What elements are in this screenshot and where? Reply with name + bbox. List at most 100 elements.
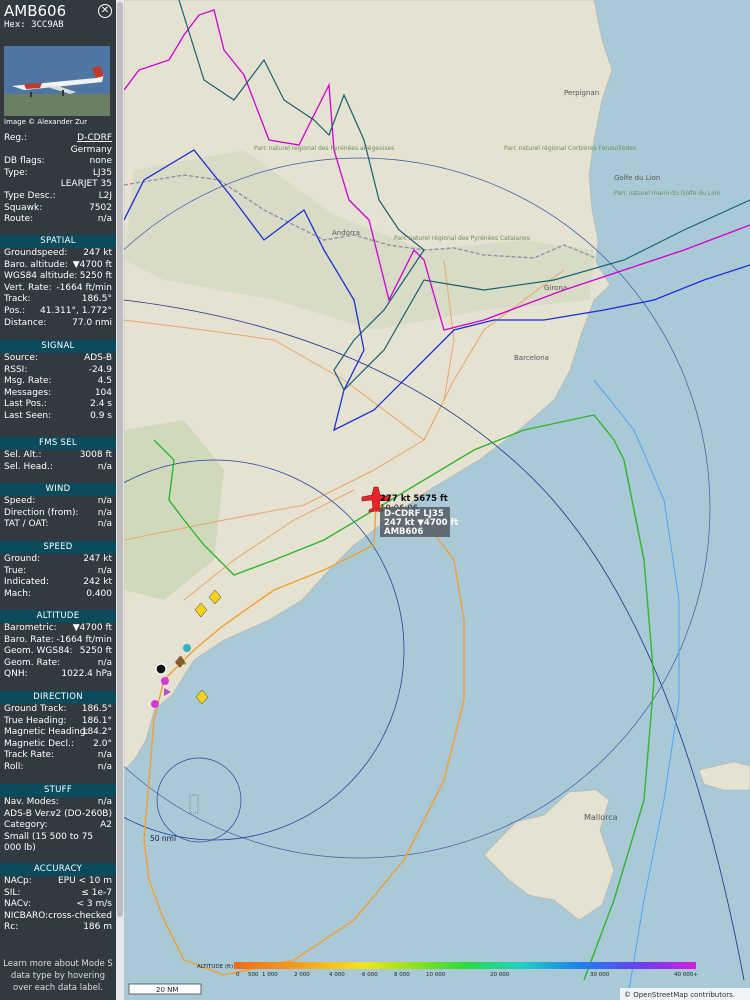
row-label[interactable]: Groundspeed: bbox=[4, 248, 67, 260]
info-row: Rc: 186 m bbox=[0, 922, 116, 934]
row-label[interactable]: Track: bbox=[4, 294, 31, 306]
row-label[interactable]: Category: bbox=[4, 820, 48, 832]
row-label[interactable]: Nav. Modes: bbox=[4, 797, 59, 809]
squawk-label: Squawk: bbox=[4, 202, 43, 213]
row-value: n/a bbox=[97, 761, 112, 772]
row-label[interactable]: True: bbox=[4, 566, 26, 578]
row-label[interactable]: Ground Track: bbox=[4, 704, 67, 716]
row-label[interactable]: Indicated: bbox=[4, 577, 49, 589]
row-label[interactable]: Msg. Rate: bbox=[4, 376, 52, 388]
label-park-corbieres: Parc naturel régional Corbières Fenouill… bbox=[504, 145, 636, 152]
row-label[interactable]: RSSI: bbox=[4, 365, 27, 377]
row-label[interactable]: Roll: bbox=[4, 762, 23, 774]
info-row: Nav. Modes: n/a bbox=[0, 797, 116, 809]
row-label[interactable]: Rc: bbox=[4, 922, 18, 934]
row-label[interactable]: Distance: bbox=[4, 318, 46, 330]
row-label[interactable]: Pos.: bbox=[4, 306, 25, 318]
info-row: Geom. Rate: n/a bbox=[0, 658, 116, 670]
row-label[interactable]: Geom. WGS84: bbox=[4, 646, 73, 658]
label-barcelona: Barcelona bbox=[514, 354, 549, 362]
aircraft-marker-magenta[interactable] bbox=[161, 677, 169, 685]
row-label[interactable]: Magnetic Heading: bbox=[4, 727, 89, 739]
aircraft-photo[interactable] bbox=[4, 46, 110, 116]
accuracy-header[interactable]: ACCURACY bbox=[0, 863, 116, 876]
row-label[interactable]: Last Seen: bbox=[4, 411, 51, 423]
direction-header[interactable]: DIRECTION bbox=[0, 691, 116, 704]
fms-header[interactable]: FMS SEL bbox=[0, 437, 116, 450]
image-credit: Image © Alexander Zur bbox=[4, 118, 88, 126]
type-value: LJ35 bbox=[92, 167, 112, 178]
row-value: ▼4700 ft bbox=[72, 259, 112, 270]
info-row: NACv: < 3 m/s bbox=[0, 899, 116, 911]
row-label[interactable]: Speed: bbox=[4, 496, 35, 508]
row-label[interactable]: Source: bbox=[4, 353, 38, 365]
sidebar-scroll-thumb[interactable] bbox=[117, 2, 123, 917]
row-label[interactable]: NICBARO: bbox=[4, 911, 48, 923]
row-value: n/a bbox=[97, 496, 112, 506]
category-description: Small (15 500 to 75 000 lb) bbox=[4, 831, 94, 853]
row-label[interactable]: Last Pos.: bbox=[4, 399, 47, 411]
row-label[interactable]: Mach: bbox=[4, 589, 31, 601]
row-label[interactable]: Barometric: bbox=[4, 623, 57, 635]
aircraft-tooltip: 277 kt 5675 ft 10:06:06 D-CDRF LJ35 247 … bbox=[380, 494, 458, 537]
altitude-tick-label: 8 000 bbox=[394, 972, 410, 978]
aircraft-info-panel: AMB606 Hex: 3CC9AB ✕ Image © Alexander Z… bbox=[0, 0, 116, 1000]
row-label[interactable]: Direction (from): bbox=[4, 508, 79, 520]
row-label[interactable]: WGS84 altitude: bbox=[4, 271, 77, 283]
info-row: Distance: 77.0 nmi bbox=[0, 318, 116, 330]
stuff-header[interactable]: STUFF bbox=[0, 784, 116, 797]
row-label[interactable]: ADS-B Ver.: bbox=[4, 809, 55, 821]
row-label[interactable]: Track Rate: bbox=[4, 750, 54, 762]
aircraft-marker-magenta-2[interactable] bbox=[151, 700, 159, 708]
close-icon[interactable]: ✕ bbox=[98, 4, 112, 18]
row-label[interactable]: NACp: bbox=[4, 876, 32, 888]
type-name-value: LEARJET 35 bbox=[60, 179, 112, 190]
row-value: 41.311°, 1.772° bbox=[40, 305, 112, 316]
row-value: ≤ 1e-7 bbox=[81, 887, 112, 898]
altitude-tick-label: 1 000 bbox=[262, 972, 278, 978]
row-label[interactable]: Messages: bbox=[4, 388, 51, 400]
wind-header[interactable]: WIND bbox=[0, 483, 116, 496]
spatial-header[interactable]: SPATIAL bbox=[0, 235, 116, 248]
row-value: n/a bbox=[97, 750, 112, 761]
signal-header[interactable]: SIGNAL bbox=[0, 340, 116, 353]
direction-rows: Ground Track: 186.5° True Heading: 186.1° Ma… bbox=[0, 704, 116, 774]
row-label[interactable]: Sel. Head.: bbox=[4, 462, 53, 474]
map-attribution[interactable]: © OpenStreetMap contributors. bbox=[624, 991, 735, 999]
info-row: Pos.: 41.311°, 1.772° bbox=[0, 306, 116, 318]
info-row: Groundspeed: 247 kt bbox=[0, 248, 116, 260]
row-label[interactable]: QNH: bbox=[4, 669, 28, 681]
row-label[interactable]: TAT / OAT: bbox=[4, 519, 48, 531]
info-row: Category: A2 bbox=[0, 820, 116, 832]
country-value: Germany bbox=[70, 144, 112, 155]
info-row: Vert. Rate: -1664 ft/min bbox=[0, 283, 116, 295]
row-value: A2 bbox=[100, 820, 112, 831]
aircraft-marker-cyan[interactable] bbox=[183, 644, 191, 652]
info-row: Roll: n/a bbox=[0, 762, 116, 774]
row-label[interactable]: Magnetic Decl.: bbox=[4, 739, 74, 751]
row-label[interactable]: Baro. altitude: bbox=[4, 260, 68, 272]
altitude-header[interactable]: ALTITUDE bbox=[0, 610, 116, 623]
map-canvas[interactable]: Barcelona Golfe du Lion Mallorca Andorra… bbox=[124, 0, 750, 1000]
row-label[interactable]: True Heading: bbox=[4, 716, 66, 728]
row-value: v2 (DO-260B) bbox=[50, 808, 112, 819]
row-label[interactable]: Ground: bbox=[4, 554, 40, 566]
row-label[interactable]: Baro. Rate: bbox=[4, 635, 54, 647]
dbflags-label: DB flags: bbox=[4, 156, 45, 167]
row-label[interactable]: Sel. Alt.: bbox=[4, 450, 42, 462]
row-label[interactable]: SIL: bbox=[4, 888, 20, 900]
speed-header[interactable]: SPEED bbox=[0, 541, 116, 554]
info-row: Indicated: 242 kt bbox=[0, 577, 116, 589]
row-value: 0.9 s bbox=[90, 410, 112, 421]
row-value: 5250 ft bbox=[79, 646, 112, 657]
speed-section: SPEED Ground: 247 kt True: n/a Indicated: 242… bbox=[0, 541, 116, 600]
info-row: WGS84 altitude: 5250 ft bbox=[0, 271, 116, 283]
registration-link[interactable]: D-CDRF bbox=[77, 133, 112, 145]
row-label[interactable]: Vert. Rate: bbox=[4, 283, 52, 295]
info-row: Sel. Alt.: 3008 ft bbox=[0, 450, 116, 462]
row-label[interactable]: NACv: bbox=[4, 899, 31, 911]
info-row: Source: ADS-B bbox=[0, 353, 116, 365]
row-label[interactable]: Geom. Rate: bbox=[4, 658, 60, 670]
info-row: Geom. WGS84: 5250 ft bbox=[0, 646, 116, 658]
aircraft-marker-black[interactable] bbox=[155, 663, 167, 675]
